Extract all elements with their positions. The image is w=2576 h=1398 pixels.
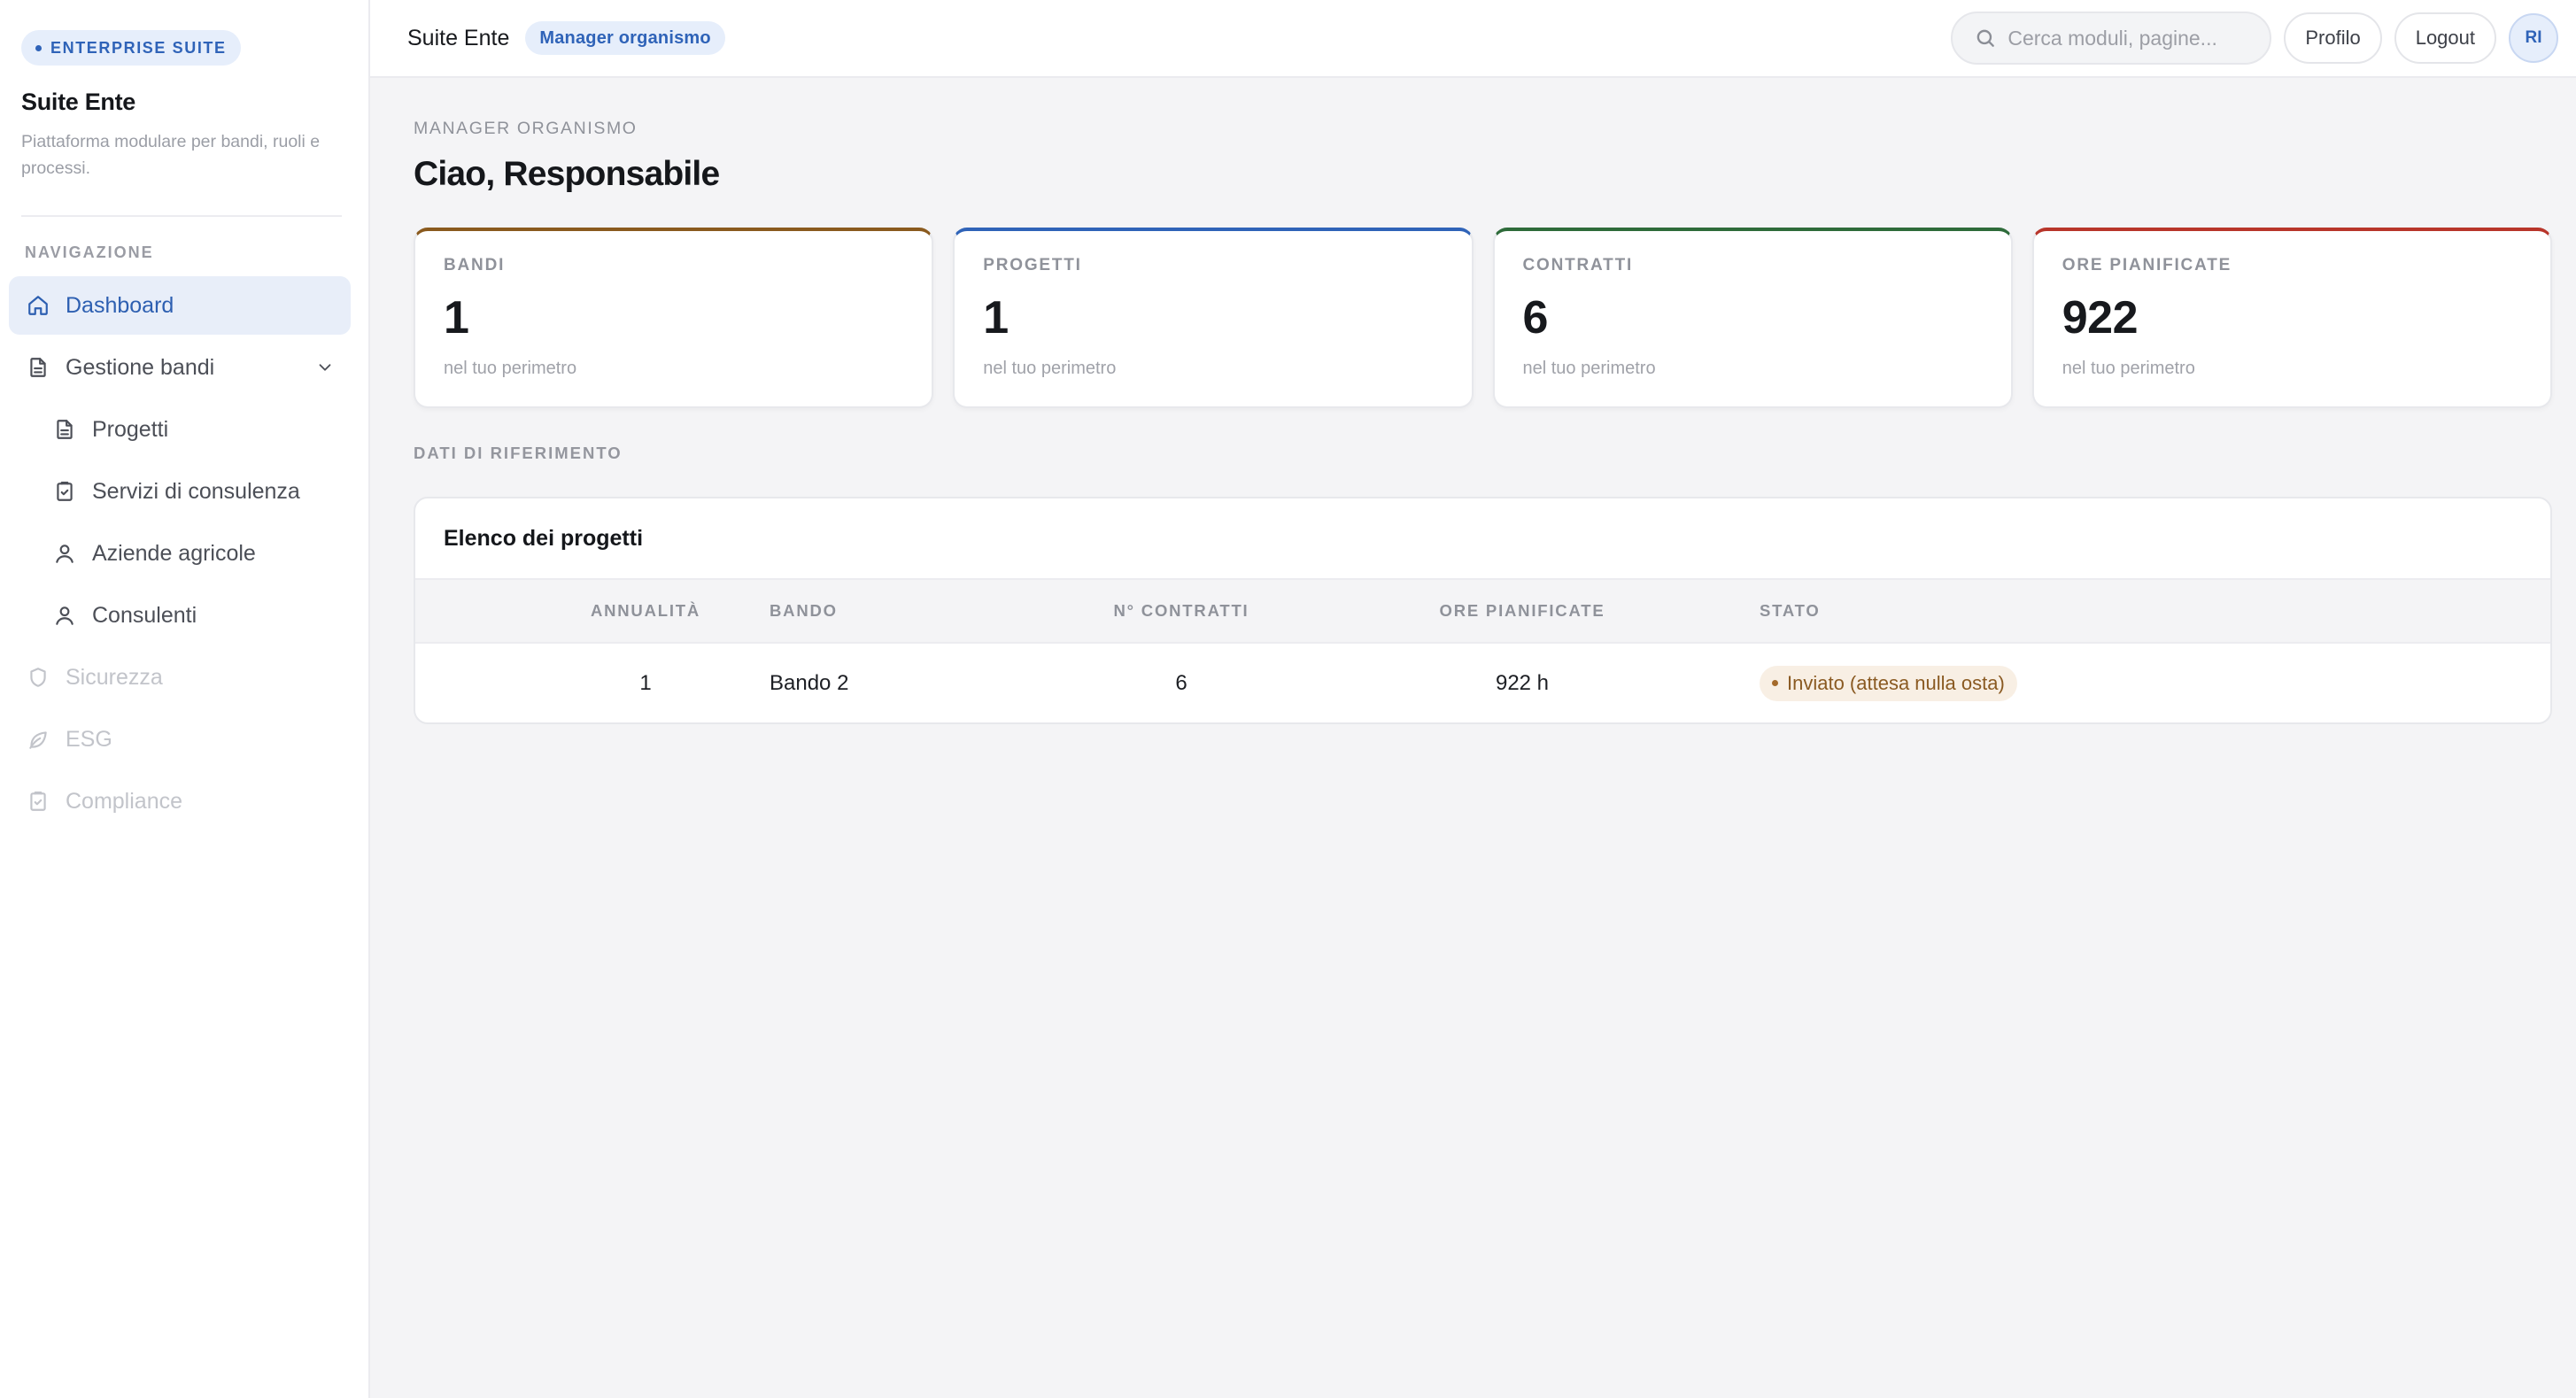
column-header[interactable]: STATO — [1699, 579, 2550, 643]
stat-subtitle: nel tuo perimetro — [2062, 359, 2195, 378]
sidebar-item-esg: ESG — [9, 710, 351, 769]
stat-value: 1 — [444, 292, 469, 344]
stat-value: 922 — [2062, 292, 2139, 344]
status-label: Inviato (attesa nulla osta) — [1787, 671, 2005, 694]
profile-button[interactable]: Profilo — [2284, 12, 2382, 64]
stat-label: BANDI — [444, 256, 506, 274]
user-icon — [51, 540, 78, 567]
sidebar-item-consulenti[interactable]: Consulenti — [9, 586, 351, 645]
stat-cards: BANDI 1 nel tuo perimetro PROGETTI 1 nel… — [414, 228, 2552, 408]
brand-description: Piattaforma modulare per bandi, ruoli e … — [21, 132, 321, 178]
app-title: Suite Ente — [407, 25, 510, 50]
leaf-icon — [25, 726, 51, 753]
cell-bando: Bando 2 — [770, 670, 849, 695]
panel-title: Elenco dei progetti — [444, 525, 644, 551]
sidebar-item-compliance: Compliance — [9, 772, 351, 830]
cell-contratti: 6 — [1175, 670, 1187, 695]
topbar: Suite Ente Manager organismo Profilo Log… — [370, 0, 2576, 78]
sidebar-item-label: ESG — [66, 726, 112, 752]
stat-subtitle: nel tuo perimetro — [1522, 359, 1656, 378]
table-row[interactable]: 1 Bando 2 6 922 h Inviato (attesa nulla … — [415, 643, 2550, 722]
search-input[interactable] — [2007, 26, 2239, 50]
main-area: Suite Ente Manager organismo Profilo Log… — [370, 0, 2576, 1398]
stat-card-ore-pianificate: ORE PIANIFICATE 922 nel tuo perimetro — [2031, 228, 2552, 408]
projects-panel: Elenco dei progetti ANNUALITÀ BANDO N° C… — [414, 497, 2552, 724]
sidebar-item-servizi-consulenza[interactable]: Servizi di consulenza — [9, 462, 351, 521]
stat-card-contratti: CONTRATTI 6 nel tuo perimetro — [1492, 228, 2013, 408]
user-icon — [51, 602, 78, 629]
home-icon — [25, 292, 51, 319]
sidebar-item-gestione-bandi[interactable]: Gestione bandi — [9, 338, 351, 397]
stat-label: ORE PIANIFICATE — [2062, 256, 2232, 274]
status-badge: Inviato (attesa nulla osta) — [1760, 665, 2017, 701]
enterprise-suite-badge: ENTERPRISE SUITE — [21, 30, 241, 66]
column-header[interactable]: BANDO — [770, 579, 1062, 643]
cell-stato: Inviato (attesa nulla osta) — [1699, 643, 2550, 722]
sidebar-item-label: Compliance — [66, 788, 183, 814]
sidebar-divider — [21, 215, 342, 217]
suite-chip-label: ENTERPRISE SUITE — [50, 38, 227, 57]
document-icon — [51, 416, 78, 443]
cell-ore: 922 h — [1495, 670, 1550, 695]
dashboard-content: MANAGER ORGANISMO Ciao, Responsabile BAN… — [370, 78, 2576, 724]
table-header-row: ANNUALITÀ BANDO N° CONTRATTI ORE PIANIFI… — [415, 579, 2550, 643]
stat-label: CONTRATTI — [1522, 256, 1634, 274]
sidebar-nav: Dashboard Gestione bandi Progetti Serviz… — [0, 276, 368, 830]
search-icon — [1974, 27, 1997, 50]
sidebar-item-label: Servizi di consulenza — [92, 478, 300, 504]
sidebar-item-label: Progetti — [92, 416, 169, 442]
sidebar-item-label: Gestione bandi — [66, 354, 215, 380]
page-title: Ciao, Responsabile — [414, 155, 720, 193]
cell-annualita: 1 — [639, 670, 652, 695]
status-dot-icon — [1772, 680, 1778, 686]
sidebar-item-label: Dashboard — [66, 292, 174, 318]
page-eyebrow: MANAGER ORGANISMO — [414, 119, 638, 138]
document-icon — [25, 354, 51, 381]
sidebar-item-aziende-agricole[interactable]: Aziende agricole — [9, 524, 351, 583]
role-badge: Manager organismo — [525, 21, 725, 55]
column-header[interactable]: N° CONTRATTI — [1062, 579, 1301, 643]
shield-icon — [25, 664, 51, 691]
search-box[interactable] — [1951, 12, 2272, 65]
sidebar-item-sicurezza: Sicurezza — [9, 648, 351, 707]
column-header[interactable]: ORE PIANIFICATE — [1301, 579, 1699, 643]
avatar[interactable]: RI — [2509, 13, 2558, 63]
projects-table: ANNUALITÀ BANDO N° CONTRATTI ORE PIANIFI… — [415, 578, 2550, 722]
sidebar-item-label: Consulenti — [92, 602, 197, 628]
stat-value: 6 — [1522, 292, 1549, 344]
sidebar-item-dashboard[interactable]: Dashboard — [9, 276, 351, 335]
clipboard-icon — [51, 478, 78, 505]
badge-dot-icon — [35, 44, 42, 51]
section-label: DATI DI RIFERIMENTO — [414, 444, 623, 462]
sidebar-item-label: Aziende agricole — [92, 540, 256, 566]
chevron-down-icon[interactable] — [315, 358, 335, 377]
sidebar: ENTERPRISE SUITE Suite Ente Piattaforma … — [0, 0, 370, 1398]
stat-subtitle: nel tuo perimetro — [983, 359, 1117, 378]
sidebar-item-progetti[interactable]: Progetti — [9, 400, 351, 459]
stat-subtitle: nel tuo perimetro — [444, 359, 577, 378]
clipboard-icon — [25, 788, 51, 815]
brand-title: Suite Ente — [21, 89, 136, 115]
stat-label: PROGETTI — [983, 256, 1082, 274]
nav-caption: NAVIGAZIONE — [25, 243, 154, 261]
logout-button[interactable]: Logout — [2394, 12, 2496, 64]
sidebar-item-label: Sicurezza — [66, 664, 163, 690]
column-header[interactable]: ANNUALITÀ — [415, 579, 770, 643]
stat-card-progetti: PROGETTI 1 nel tuo perimetro — [953, 228, 1474, 408]
stat-card-bandi: BANDI 1 nel tuo perimetro — [414, 228, 934, 408]
stat-value: 1 — [983, 292, 1009, 344]
